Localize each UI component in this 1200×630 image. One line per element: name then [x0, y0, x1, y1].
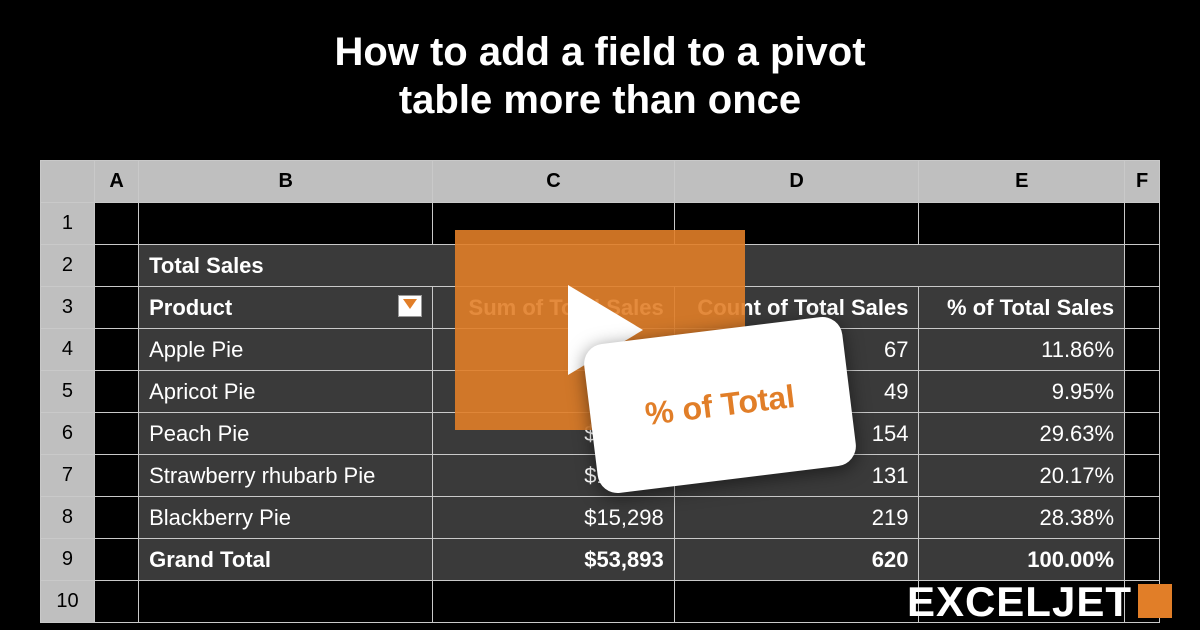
- cell-A4[interactable]: [94, 329, 138, 371]
- filter-dropdown-button[interactable]: [398, 295, 422, 317]
- cell-A8[interactable]: [94, 497, 138, 539]
- cell-grand-product[interactable]: Grand Total: [139, 539, 433, 581]
- title-line-1: How to add a field to a pivot: [0, 28, 1200, 76]
- cell-A7[interactable]: [94, 455, 138, 497]
- cell-pct-3[interactable]: 20.17%: [919, 455, 1125, 497]
- cell-A10[interactable]: [94, 581, 138, 623]
- cell-B10[interactable]: [139, 581, 433, 623]
- cell-product-0[interactable]: Apple Pie: [139, 329, 433, 371]
- cell-A9[interactable]: [94, 539, 138, 581]
- row-header-10[interactable]: 10: [41, 581, 95, 623]
- cell-F4[interactable]: [1125, 329, 1160, 371]
- col-header-E[interactable]: E: [919, 161, 1125, 203]
- cell-F2[interactable]: [1125, 245, 1160, 287]
- cell-F8[interactable]: [1125, 497, 1160, 539]
- chevron-down-icon: [403, 299, 417, 309]
- cell-product-1[interactable]: Apricot Pie: [139, 371, 433, 413]
- cell-pct-4[interactable]: 28.38%: [919, 497, 1125, 539]
- row-header-2[interactable]: 2: [41, 245, 95, 287]
- page-title: How to add a field to a pivot table more…: [0, 0, 1200, 124]
- cell-pct-2[interactable]: 29.63%: [919, 413, 1125, 455]
- brand-accent-icon: [1138, 584, 1172, 618]
- cell-pct-1[interactable]: 9.95%: [919, 371, 1125, 413]
- cell-C10[interactable]: [433, 581, 675, 623]
- column-header-row: A B C D E F: [41, 161, 1160, 203]
- cell-F1[interactable]: [1125, 203, 1160, 245]
- cell-A5[interactable]: [94, 371, 138, 413]
- row-header-1[interactable]: 1: [41, 203, 95, 245]
- cell-product-2[interactable]: Peach Pie: [139, 413, 433, 455]
- cell-A2[interactable]: [94, 245, 138, 287]
- cell-count-4[interactable]: 219: [674, 497, 919, 539]
- row-header-8[interactable]: 8: [41, 497, 95, 539]
- row-header-7[interactable]: 7: [41, 455, 95, 497]
- cell-E1[interactable]: [919, 203, 1125, 245]
- cell-grand-pct[interactable]: 100.00%: [919, 539, 1125, 581]
- title-line-2: table more than once: [0, 76, 1200, 124]
- row-header-4[interactable]: 4: [41, 329, 95, 371]
- video-thumbnail: How to add a field to a pivot table more…: [0, 0, 1200, 630]
- cell-A1[interactable]: [94, 203, 138, 245]
- pivot-header-pct[interactable]: % of Total Sales: [919, 287, 1125, 329]
- cell-D10[interactable]: [674, 581, 919, 623]
- pivot-header-product-label: Product: [149, 295, 232, 320]
- cell-product-3[interactable]: Strawberry rhubarb Pie: [139, 455, 433, 497]
- brand-logo: EXCELJET: [907, 578, 1172, 626]
- cell-A3[interactable]: [94, 287, 138, 329]
- brand-text: EXCELJET: [907, 578, 1132, 625]
- callout-label: % of Total: [643, 377, 797, 432]
- cell-B1[interactable]: [139, 203, 433, 245]
- cell-F5[interactable]: [1125, 371, 1160, 413]
- row-header-6[interactable]: 6: [41, 413, 95, 455]
- select-all-corner[interactable]: [41, 161, 95, 203]
- cell-grand-sum[interactable]: $53,893: [433, 539, 675, 581]
- cell-F3[interactable]: [1125, 287, 1160, 329]
- col-header-D[interactable]: D: [674, 161, 919, 203]
- cell-sum-4[interactable]: $15,298: [433, 497, 675, 539]
- row-9: 9 Grand Total $53,893 620 100.00%: [41, 539, 1160, 581]
- col-header-C[interactable]: C: [433, 161, 675, 203]
- pivot-header-product[interactable]: Product: [139, 287, 433, 329]
- row-header-3[interactable]: 3: [41, 287, 95, 329]
- cell-A6[interactable]: [94, 413, 138, 455]
- callout-card: % of Total: [582, 315, 858, 496]
- cell-pct-0[interactable]: 11.86%: [919, 329, 1125, 371]
- cell-F7[interactable]: [1125, 455, 1160, 497]
- row-header-5[interactable]: 5: [41, 371, 95, 413]
- cell-grand-count[interactable]: 620: [674, 539, 919, 581]
- col-header-B[interactable]: B: [139, 161, 433, 203]
- cell-F9[interactable]: [1125, 539, 1160, 581]
- col-header-F[interactable]: F: [1125, 161, 1160, 203]
- cell-F6[interactable]: [1125, 413, 1160, 455]
- row-header-9[interactable]: 9: [41, 539, 95, 581]
- col-header-A[interactable]: A: [94, 161, 138, 203]
- cell-product-4[interactable]: Blackberry Pie: [139, 497, 433, 539]
- row-8: 8 Blackberry Pie $15,298 219 28.38%: [41, 497, 1160, 539]
